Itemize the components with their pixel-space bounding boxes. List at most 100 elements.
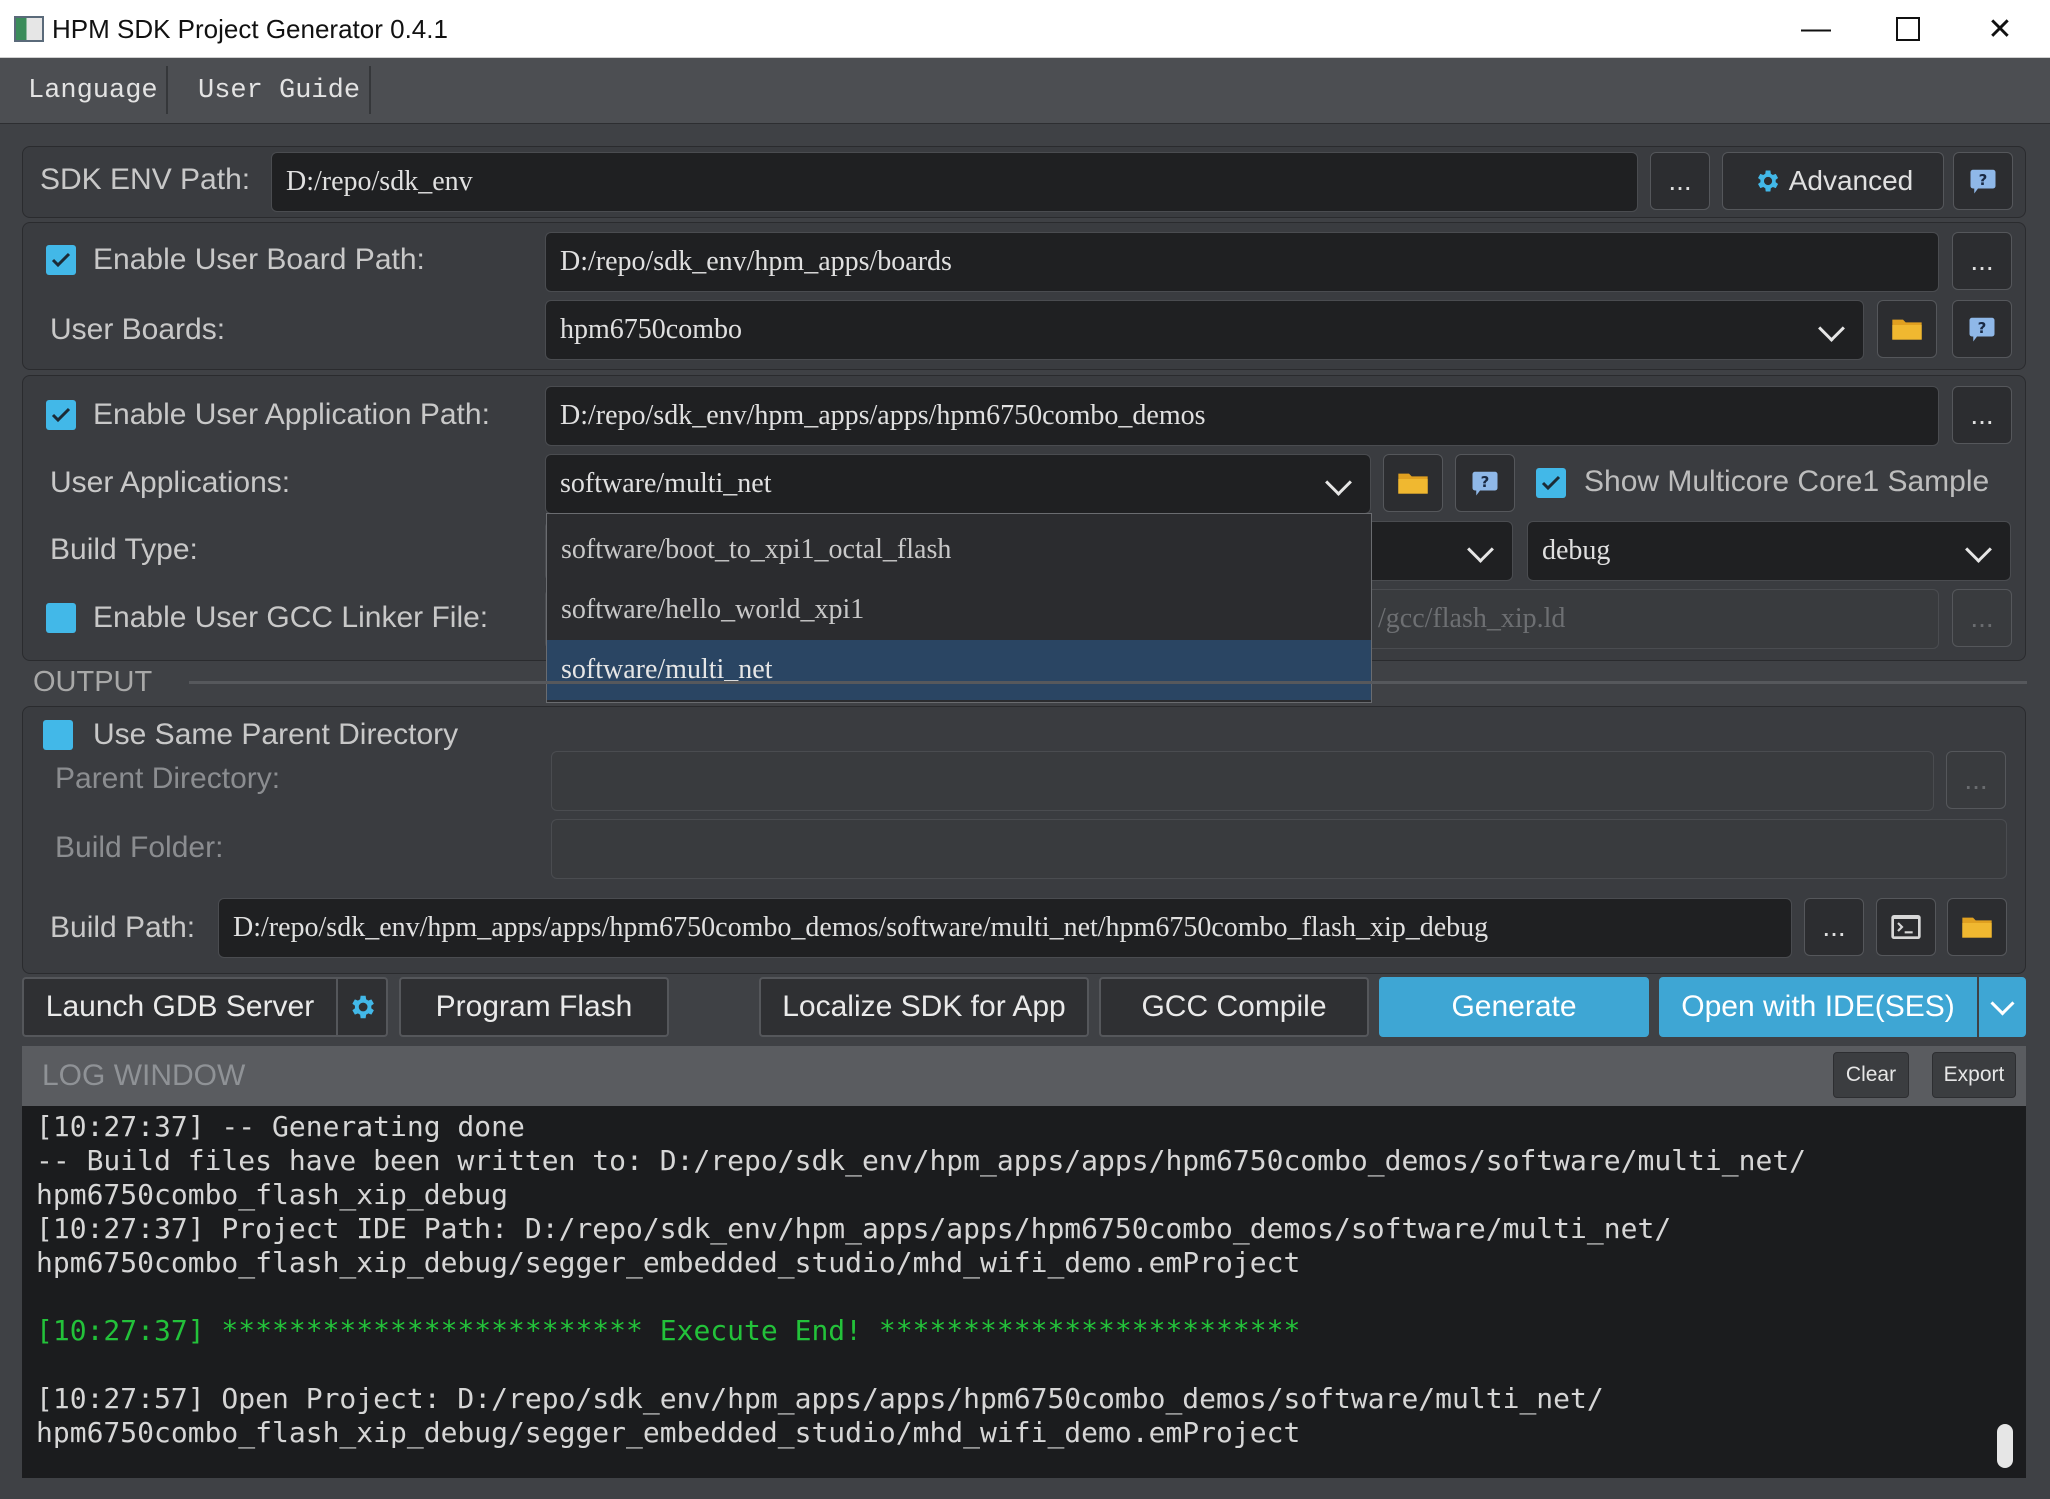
enable-app-label: Enable User Application Path: bbox=[93, 398, 490, 431]
build-folder-input[interactable] bbox=[551, 819, 2007, 879]
enable-board-checkbox[interactable] bbox=[46, 245, 76, 275]
parent-directory-browse-button[interactable]: ... bbox=[1946, 751, 2006, 809]
gcc-linker-browse-button[interactable]: ... bbox=[1952, 589, 2012, 647]
folder-icon bbox=[1962, 917, 1992, 938]
gcc-compile-button[interactable]: GCC Compile bbox=[1099, 977, 1369, 1037]
log-scrollbar-thumb[interactable] bbox=[1997, 1424, 2013, 1468]
close-button[interactable]: ✕ bbox=[1954, 0, 2046, 58]
close-icon: ✕ bbox=[1987, 12, 2013, 46]
same-parent-label: Use Same Parent Directory bbox=[93, 718, 459, 751]
log-line: hpm6750combo_flash_xip_debug bbox=[36, 1178, 509, 1211]
open-ide-button[interactable]: Open with IDE(SES) bbox=[1659, 977, 1977, 1037]
enable-board-label: Enable User Board Path: bbox=[93, 243, 425, 276]
dropdown-option-selected[interactable]: software/multi_net bbox=[547, 640, 1371, 700]
menu-language[interactable]: Language bbox=[2, 58, 184, 124]
chevron-down-icon bbox=[1965, 536, 1992, 563]
advanced-label: Advanced bbox=[1788, 165, 1914, 196]
open-ide-menu-button[interactable] bbox=[1979, 977, 2026, 1037]
build-path-browse-button[interactable]: ... bbox=[1804, 898, 1864, 956]
show-multicore-checkbox[interactable] bbox=[1536, 468, 1566, 498]
help-icon: ? bbox=[1970, 169, 1996, 194]
check-icon bbox=[1541, 475, 1561, 491]
svg-text:?: ? bbox=[1979, 171, 1988, 189]
window-title: HPM SDK Project Generator 0.4.1 bbox=[52, 14, 448, 44]
check-icon bbox=[51, 407, 71, 423]
user-applications-label: User Applications: bbox=[50, 466, 291, 499]
chevron-down-icon bbox=[1467, 536, 1494, 563]
log-line: -- Build files have been written to: D:/… bbox=[36, 1144, 1807, 1177]
chevron-down-icon bbox=[1818, 315, 1845, 342]
enable-app-checkbox[interactable] bbox=[46, 400, 76, 430]
user-applications-dropdown: software/boot_to_xpi1_octal_flash softwa… bbox=[546, 513, 1372, 703]
output-divider bbox=[189, 681, 2027, 684]
log-window-title: LOG WINDOW bbox=[42, 1059, 246, 1092]
app-path-input[interactable]: D:/repo/sdk_env/hpm_apps/apps/hpm6750com… bbox=[545, 386, 1939, 446]
output-section-title: OUTPUT bbox=[33, 666, 153, 698]
svg-text:?: ? bbox=[1481, 473, 1490, 491]
launch-gdb-server-button[interactable]: Launch GDB Server bbox=[22, 977, 336, 1037]
sdk-env-browse-button[interactable]: ... bbox=[1650, 152, 1710, 210]
board-browse-button[interactable]: ... bbox=[1952, 232, 2012, 290]
maximize-button[interactable] bbox=[1862, 0, 1954, 58]
board-path-input[interactable]: D:/repo/sdk_env/hpm_apps/boards bbox=[545, 232, 1939, 292]
log-line: [10:27:37] -- Generating done bbox=[36, 1110, 525, 1143]
user-boards-label: User Boards: bbox=[50, 313, 226, 346]
boards-help-button[interactable]: ? bbox=[1952, 300, 2012, 358]
app-browse-button[interactable]: ... bbox=[1952, 386, 2012, 444]
folder-icon bbox=[1892, 319, 1922, 340]
advanced-button[interactable]: Advanced bbox=[1722, 152, 1944, 210]
sdk-env-help-button[interactable]: ? bbox=[1953, 152, 2013, 210]
enable-gcc-linker-label: Enable User GCC Linker File: bbox=[93, 601, 489, 634]
sdk-env-label: SDK ENV Path: bbox=[40, 163, 251, 196]
log-line: hpm6750combo_flash_xip_debug/segger_embe… bbox=[36, 1416, 1301, 1449]
user-applications-select[interactable]: software/multi_net bbox=[545, 454, 1371, 514]
menu-separator bbox=[369, 66, 371, 114]
gear-icon bbox=[1757, 170, 1778, 192]
terminal-button[interactable] bbox=[1876, 898, 1936, 956]
localize-sdk-button[interactable]: Localize SDK for App bbox=[759, 977, 1089, 1037]
minimize-button[interactable]: — bbox=[1770, 0, 1862, 58]
build-path-input[interactable]: D:/repo/sdk_env/hpm_apps/apps/hpm6750com… bbox=[218, 898, 1792, 958]
parent-directory-input[interactable] bbox=[551, 751, 1934, 811]
maximize-icon bbox=[1896, 17, 1920, 41]
help-icon: ? bbox=[1472, 471, 1498, 496]
build-folder-open-button[interactable] bbox=[1947, 898, 2007, 956]
chevron-up-icon bbox=[1325, 469, 1352, 496]
menu-user-guide[interactable]: User Guide bbox=[172, 58, 386, 124]
menu-separator bbox=[166, 66, 168, 114]
help-icon: ? bbox=[1969, 317, 1995, 342]
user-boards-select[interactable]: hpm6750combo bbox=[545, 300, 1864, 360]
generate-button[interactable]: Generate bbox=[1379, 977, 1649, 1037]
app-icon bbox=[14, 16, 44, 42]
gear-icon bbox=[352, 995, 374, 1019]
dropdown-option[interactable]: software/hello_world_xpi1 bbox=[547, 580, 1371, 640]
user-applications-value: software/multi_net bbox=[560, 468, 772, 499]
program-flash-button[interactable]: Program Flash bbox=[399, 977, 669, 1037]
log-line: [10:27:37] Project IDE Path: D:/repo/sdk… bbox=[36, 1212, 1672, 1245]
boards-folder-button[interactable] bbox=[1877, 300, 1937, 358]
log-line: hpm6750combo_flash_xip_debug/segger_embe… bbox=[36, 1246, 1301, 1279]
apps-folder-button[interactable] bbox=[1383, 454, 1443, 512]
log-line: [10:27:57] Open Project: D:/repo/sdk_env… bbox=[36, 1382, 1604, 1415]
build-type-value: debug bbox=[1542, 535, 1611, 566]
dropdown-option[interactable]: software/boot_to_xpi1_octal_flash bbox=[547, 520, 1371, 580]
gdb-settings-button[interactable] bbox=[336, 977, 388, 1037]
sdk-env-path-input[interactable]: D:/repo/sdk_env bbox=[271, 152, 1638, 212]
clear-log-button[interactable]: Clear bbox=[1833, 1052, 1909, 1098]
enable-gcc-linker-checkbox[interactable] bbox=[46, 603, 76, 633]
build-type-select[interactable]: debug bbox=[1527, 521, 2011, 581]
build-path-label: Build Path: bbox=[50, 911, 196, 944]
apps-help-button[interactable]: ? bbox=[1455, 454, 1515, 512]
svg-text:?: ? bbox=[1978, 319, 1987, 337]
check-icon bbox=[51, 252, 71, 268]
log-line-success: [10:27:37] ************************* Exe… bbox=[36, 1314, 1301, 1347]
chevron-down-icon bbox=[1990, 990, 2015, 1016]
parent-directory-label: Parent Directory: bbox=[55, 762, 281, 795]
same-parent-checkbox[interactable] bbox=[43, 720, 73, 750]
build-type-label: Build Type: bbox=[50, 533, 198, 566]
terminal-icon bbox=[1891, 915, 1921, 939]
folder-icon bbox=[1398, 473, 1428, 494]
export-log-button[interactable]: Export bbox=[1932, 1052, 2016, 1098]
show-multicore-label: Show Multicore Core1 Sample bbox=[1584, 465, 1990, 498]
log-header bbox=[22, 1046, 2026, 1106]
